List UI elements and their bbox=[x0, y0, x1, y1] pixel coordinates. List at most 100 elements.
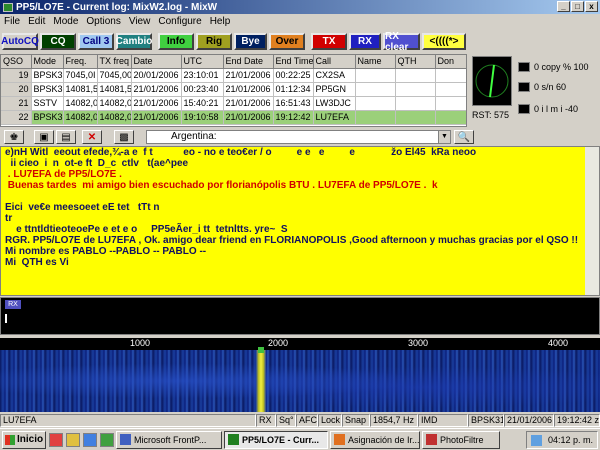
macro-fish-button[interactable]: <((((*> bbox=[422, 33, 466, 50]
col-end-date[interactable]: End Date bbox=[223, 55, 274, 69]
log-cell-end-date[interactable]: 21/01/2006 bbox=[223, 68, 274, 83]
tray-icon[interactable] bbox=[530, 434, 542, 446]
log-cell-name[interactable] bbox=[355, 110, 396, 125]
rx-clear-button[interactable]: RX clear bbox=[383, 31, 420, 53]
log-cell-freq[interactable]: 7045,0I bbox=[63, 68, 98, 83]
quicklaunch-outlook-icon[interactable] bbox=[66, 432, 80, 447]
col-mode[interactable]: Mode bbox=[31, 55, 64, 69]
macro-autocq-button[interactable]: AutoCQ bbox=[1, 33, 39, 50]
log-cell-txfreq[interactable]: 14082,0 bbox=[97, 96, 132, 111]
log-cell-mode[interactable]: SSTV bbox=[31, 96, 64, 111]
log-cell-mode[interactable]: BPSK3 bbox=[31, 110, 64, 125]
menu-view[interactable]: View bbox=[125, 16, 155, 27]
country-field[interactable]: Argentina: ▼ bbox=[146, 130, 451, 144]
log-cell-end-date[interactable]: 21/01/2006 bbox=[223, 110, 274, 125]
log-cell-utc[interactable]: 15:40:21 bbox=[181, 96, 224, 111]
log-cell-end-time[interactable]: 01:12:34 bbox=[273, 82, 314, 97]
menu-file[interactable]: File bbox=[0, 16, 24, 27]
tuning-marker[interactable] bbox=[258, 347, 264, 353]
task-photofiltre[interactable]: PhotoFiltre bbox=[422, 430, 500, 449]
log-cell-don[interactable] bbox=[435, 68, 466, 83]
log-cell-end-date[interactable]: 21/01/2006 bbox=[223, 96, 274, 111]
minimize-button[interactable]: _ bbox=[557, 1, 570, 12]
tx-button[interactable]: TX bbox=[311, 33, 347, 50]
quicklaunch-desktop-icon[interactable] bbox=[100, 432, 114, 447]
maximize-button[interactable]: □ bbox=[571, 1, 584, 12]
log-cell-qso[interactable]: 21 bbox=[1, 96, 32, 111]
log-cell-date[interactable]: 21/01/2006 bbox=[131, 82, 182, 97]
log-cell-don[interactable] bbox=[435, 82, 466, 97]
log-row[interactable]: 21 SSTV 14082,0 14082,0 21/01/2006 15:40:21 21… bbox=[1, 96, 466, 111]
new-qso-icon[interactable]: ♚ bbox=[4, 130, 24, 144]
log-cell-end-date[interactable]: 21/01/2006 bbox=[223, 82, 274, 97]
menu-mode[interactable]: Mode bbox=[49, 16, 82, 27]
log-list-icon[interactable]: ▤ bbox=[56, 130, 76, 144]
log-cell-date[interactable]: 21/01/2006 bbox=[131, 110, 182, 125]
log-cell-freq[interactable]: 14082,0 bbox=[63, 110, 98, 125]
col-date[interactable]: Date bbox=[131, 55, 182, 69]
qso-card-icon[interactable]: ▣ bbox=[34, 130, 54, 144]
rx-text-panel[interactable]: e)nH Witl eeout efede,¾-a e f t eo - no … bbox=[0, 146, 600, 296]
log-cell-qth[interactable] bbox=[395, 110, 436, 125]
log-row[interactable]: 20 BPSK3 14081,5 14081,5 21/01/2006 00:23:40 2… bbox=[1, 82, 466, 97]
macro-cambio-button[interactable]: Cambio bbox=[116, 33, 152, 50]
waterfall[interactable] bbox=[0, 347, 600, 412]
log-cell-utc[interactable]: 23:10:01 bbox=[181, 68, 224, 83]
col-don[interactable]: Don bbox=[435, 55, 466, 69]
log-cell-mode[interactable]: BPSK3 bbox=[31, 68, 64, 83]
log-row[interactable]: 22 BPSK3 14082,0 14082,0 21/01/2006 19:10:58 2… bbox=[1, 110, 466, 125]
macro-info-button[interactable]: Info bbox=[158, 33, 194, 50]
chevron-down-icon[interactable]: ▼ bbox=[438, 131, 450, 143]
macro-rig-button[interactable]: Rig bbox=[196, 33, 232, 50]
log-cell-qth[interactable] bbox=[395, 68, 436, 83]
macro-call3-button[interactable]: Call 3 bbox=[78, 33, 114, 50]
log-cell-date[interactable]: 21/01/2006 bbox=[131, 96, 182, 111]
task-frontpage[interactable]: Microsoft FrontP... bbox=[116, 430, 222, 449]
log-cell-call[interactable]: PP5GN bbox=[313, 82, 356, 97]
log-cell-call[interactable]: CX2SA bbox=[313, 68, 356, 83]
menu-options[interactable]: Options bbox=[82, 16, 124, 27]
log-cell-call[interactable]: LU7EFA bbox=[313, 110, 356, 125]
macro-bye-button[interactable]: Bye bbox=[234, 33, 267, 50]
log-row[interactable]: 19 BPSK3 7045,0I 7045,00 20/01/2006 23:10:01 2… bbox=[1, 68, 466, 83]
col-freq[interactable]: Freq. bbox=[63, 55, 98, 69]
log-cell-txfreq[interactable]: 7045,00 bbox=[97, 68, 132, 83]
log-cell-name[interactable] bbox=[355, 82, 396, 97]
status-rx[interactable]: RX bbox=[256, 414, 276, 427]
log-cell-don[interactable] bbox=[435, 96, 466, 111]
log-cell-qso[interactable]: 20 bbox=[1, 82, 32, 97]
log-cell-qth[interactable] bbox=[395, 82, 436, 97]
menu-edit[interactable]: Edit bbox=[24, 16, 49, 27]
tx-text-panel[interactable]: RX bbox=[0, 297, 600, 335]
task-mixw[interactable]: PP5/LO7E - Curr... bbox=[224, 430, 328, 449]
log-cell-qth[interactable] bbox=[395, 96, 436, 111]
log-cell-don[interactable] bbox=[435, 110, 466, 125]
log-cell-date[interactable]: 20/01/2006 bbox=[131, 68, 182, 83]
close-button[interactable]: x bbox=[585, 1, 598, 12]
log-cell-txfreq[interactable]: 14081,5 bbox=[97, 82, 132, 97]
col-call[interactable]: Call bbox=[313, 55, 356, 69]
log-cell-end-time[interactable]: 16:51:43 bbox=[273, 96, 314, 111]
col-qth[interactable]: QTH bbox=[395, 55, 436, 69]
log-cell-utc[interactable]: 00:23:40 bbox=[181, 82, 224, 97]
save-icon[interactable]: ▩ bbox=[114, 130, 134, 144]
log-cell-freq[interactable]: 14081,5 bbox=[63, 82, 98, 97]
log-cell-mode[interactable]: BPSK3 bbox=[31, 82, 64, 97]
start-button[interactable]: Inicio bbox=[2, 430, 46, 449]
log-cell-utc[interactable]: 19:10:58 bbox=[181, 110, 224, 125]
log-cell-end-time[interactable]: 19:12:42 bbox=[273, 110, 314, 125]
col-name[interactable]: Name bbox=[355, 55, 396, 69]
log-cell-txfreq[interactable]: 14082,0 bbox=[97, 110, 132, 125]
status-squelch[interactable]: Sq° bbox=[276, 414, 296, 427]
status-snap[interactable]: Snap bbox=[342, 414, 370, 427]
log-cell-end-time[interactable]: 00:22:25 bbox=[273, 68, 314, 83]
rx-button[interactable]: RX bbox=[349, 33, 381, 50]
delete-icon[interactable]: ✕ bbox=[82, 130, 102, 144]
status-afc[interactable]: AFC bbox=[296, 414, 318, 427]
log-cell-name[interactable] bbox=[355, 68, 396, 83]
quicklaunch-app-icon[interactable] bbox=[49, 432, 63, 447]
col-txfreq[interactable]: TX freq bbox=[97, 55, 132, 69]
macro-cq-button[interactable]: CQ bbox=[40, 33, 76, 50]
log-cell-qso[interactable]: 19 bbox=[1, 68, 32, 83]
search-icon[interactable]: 🔍 bbox=[454, 130, 474, 144]
